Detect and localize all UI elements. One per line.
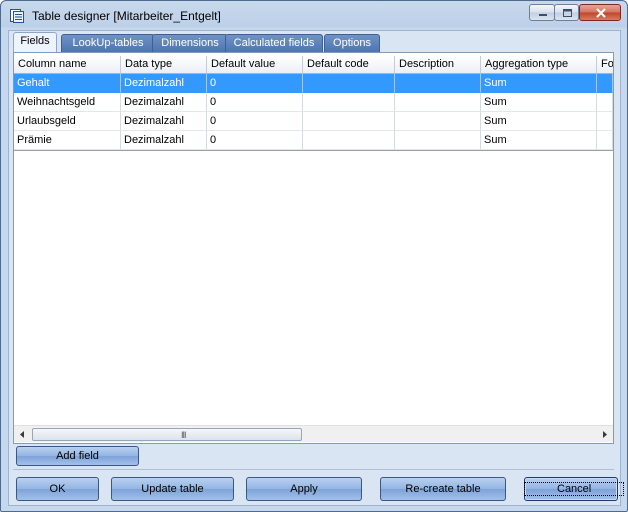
add-field-button[interactable]: Add field (16, 446, 139, 466)
cell-data-type[interactable]: Dezimalzahl (121, 112, 207, 131)
column-header-default-code[interactable]: Default code (303, 56, 395, 74)
tab-calculated-fields[interactable]: Calculated fields (225, 34, 323, 52)
cell-default-value[interactable]: 0 (207, 131, 303, 150)
table-designer-icon (10, 9, 24, 23)
table-row[interactable]: Weihnachtsgeld Dezimalzahl 0 Sum (14, 93, 613, 112)
cell-data-type[interactable]: Dezimalzahl (121, 74, 207, 93)
tab-fields[interactable]: Fields (13, 32, 57, 53)
table-row[interactable]: Urlaubsgeld Dezimalzahl 0 Sum (14, 112, 613, 131)
cell-data-type[interactable]: Dezimalzahl (121, 93, 207, 112)
scrollbar-thumb[interactable]: III (32, 428, 302, 441)
cell-default-value[interactable]: 0 (207, 93, 303, 112)
cancel-button[interactable]: Cancel (523, 477, 625, 501)
minimize-icon (539, 14, 547, 16)
column-header-data-type[interactable]: Data type (121, 56, 207, 74)
recreate-table-button[interactable]: Re-create table (380, 477, 506, 501)
column-header-column-name[interactable]: Column name (14, 56, 121, 74)
grid-divider (14, 150, 613, 151)
cell-default-code[interactable] (303, 74, 395, 93)
cell-aggregation-type[interactable]: Sum (481, 93, 597, 112)
title-bar[interactable]: Table designer [Mitarbeiter_Entgelt] (1, 1, 627, 29)
column-header-format[interactable]: Fo (597, 56, 613, 74)
table-row[interactable]: Gehalt Dezimalzahl 0 Sum (14, 74, 613, 93)
column-header-default-value[interactable]: Default value (207, 56, 303, 74)
scroll-right-button[interactable] (596, 427, 612, 442)
cell-data-type[interactable]: Dezimalzahl (121, 131, 207, 150)
maximize-icon (563, 9, 572, 17)
column-header-description[interactable]: Description (395, 56, 481, 74)
tab-options[interactable]: Options (324, 34, 380, 52)
close-button[interactable] (579, 4, 621, 21)
ok-button[interactable]: OK (16, 477, 99, 501)
button-bar-separator (13, 469, 614, 470)
cell-description[interactable] (395, 131, 481, 150)
cell-description[interactable] (395, 74, 481, 93)
cell-column-name[interactable]: Weihnachtsgeld (14, 93, 121, 112)
chevron-right-icon (603, 431, 607, 438)
chevron-left-icon (20, 431, 24, 438)
cell-description[interactable] (395, 93, 481, 112)
cell-default-code[interactable] (303, 112, 395, 131)
scroll-left-button[interactable] (15, 427, 31, 442)
column-header-aggregation-type[interactable]: Aggregation type (481, 56, 597, 74)
update-table-button[interactable]: Update table (111, 477, 234, 501)
cell-format[interactable] (597, 131, 613, 150)
close-icon (596, 8, 606, 18)
scrollbar-grip: III (181, 430, 186, 440)
maximize-button[interactable] (554, 4, 579, 21)
cancel-button-label: Cancel (523, 482, 625, 496)
minimize-button[interactable] (529, 4, 555, 21)
cell-format[interactable] (597, 93, 613, 112)
cell-default-code[interactable] (303, 131, 395, 150)
grid-header: Column name Data type Default value Defa… (14, 56, 613, 74)
cell-aggregation-type[interactable]: Sum (481, 74, 597, 93)
table-row[interactable]: Prämie Dezimalzahl 0 Sum (14, 131, 613, 150)
tab-lookup-tables[interactable]: LookUp-tables (61, 34, 155, 52)
window-title: Table designer [Mitarbeiter_Entgelt] (32, 9, 221, 23)
cell-format[interactable] (597, 74, 613, 93)
cell-aggregation-type[interactable]: Sum (481, 112, 597, 131)
apply-button[interactable]: Apply (246, 477, 362, 501)
fields-grid[interactable]: Column name Data type Default value Defa… (13, 52, 614, 444)
cell-default-value[interactable]: 0 (207, 74, 303, 93)
cell-column-name[interactable]: Prämie (14, 131, 121, 150)
cell-column-name[interactable]: Gehalt (14, 74, 121, 93)
tab-dimensions[interactable]: Dimensions (152, 34, 228, 52)
cell-default-value[interactable]: 0 (207, 112, 303, 131)
cell-description[interactable] (395, 112, 481, 131)
cell-format[interactable] (597, 112, 613, 131)
cell-default-code[interactable] (303, 93, 395, 112)
cell-aggregation-type[interactable]: Sum (481, 131, 597, 150)
horizontal-scrollbar[interactable]: III (14, 425, 613, 442)
cell-column-name[interactable]: Urlaubsgeld (14, 112, 121, 131)
